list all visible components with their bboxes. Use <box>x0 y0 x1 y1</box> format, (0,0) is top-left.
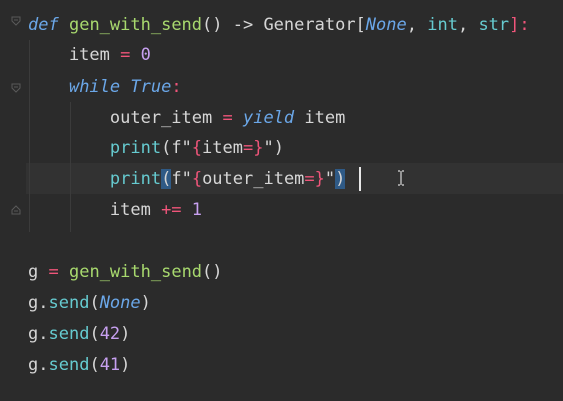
code-token: while <box>68 77 121 97</box>
code-token: { <box>191 138 203 158</box>
code-token: g. <box>28 355 49 375</box>
code-token: ( <box>89 355 100 375</box>
code-line[interactable]: while True: <box>28 72 563 103</box>
code-token: ) <box>140 293 151 313</box>
code-line[interactable]: g.send(42) <box>28 319 563 350</box>
code-token: outer_item <box>202 169 305 189</box>
code-token: ) <box>120 355 131 375</box>
code-token: { <box>191 169 203 189</box>
fold-end-icon[interactable] <box>11 205 21 215</box>
code-token: =} <box>243 138 264 158</box>
matched-bracket: ( <box>161 169 172 189</box>
code-line[interactable]: print(f"{item=}") <box>28 133 563 164</box>
code-token: = <box>222 108 233 128</box>
code-token: gen_with_send <box>68 15 203 35</box>
editor-gutter <box>0 0 26 401</box>
code-token: outer_item <box>28 108 223 128</box>
code-token: ]: <box>509 15 530 35</box>
text-caret <box>359 167 361 191</box>
code-token: f" <box>171 169 192 189</box>
code-token: += <box>161 200 182 220</box>
fold-open-icon[interactable] <box>11 83 21 93</box>
code-line[interactable]: item = 0 <box>28 40 563 71</box>
code-token: =} <box>304 169 325 189</box>
code-token: : <box>171 77 182 97</box>
code-token: g. <box>28 324 49 344</box>
code-area[interactable]: def gen_with_send() -> Generator[None, i… <box>28 0 563 401</box>
code-token: print <box>109 138 162 158</box>
code-token: def <box>28 15 59 35</box>
ibeam-cursor-icon <box>398 170 404 186</box>
code-token: , <box>457 15 479 35</box>
code-line[interactable]: def gen_with_send() -> Generator[None, i… <box>28 10 563 41</box>
code-token: 1 <box>191 200 203 220</box>
code-line[interactable]: g.send(None) <box>28 288 563 319</box>
code-token: yield <box>242 108 295 128</box>
code-token: item <box>28 200 162 220</box>
code-token: True <box>130 77 172 97</box>
code-line[interactable]: outer_item = yield item <box>28 103 563 134</box>
code-token: = <box>48 262 59 282</box>
code-line[interactable]: g.send(41) <box>28 350 563 381</box>
code-token: item <box>202 138 243 158</box>
code-token: None <box>365 15 407 35</box>
code-token: 42 <box>99 324 121 344</box>
code-token: , <box>406 15 428 35</box>
code-line[interactable]: print(f"{outer_item=}") <box>28 164 563 195</box>
code-token: send <box>48 324 90 344</box>
code-token: None <box>99 293 141 313</box>
matched-bracket: ) <box>335 169 346 189</box>
code-token: send <box>48 355 90 375</box>
code-token: = <box>120 45 131 65</box>
code-token: ") <box>263 138 284 158</box>
code-token: () <box>202 262 223 282</box>
code-token: g <box>28 262 49 282</box>
code-token: gen_with_send <box>68 262 203 282</box>
code-token: 41 <box>99 355 121 375</box>
code-editor[interactable]: def gen_with_send() -> Generator[None, i… <box>0 0 563 401</box>
code-token: item <box>294 108 346 128</box>
code-line[interactable]: item += 1 <box>28 195 563 226</box>
code-token: str <box>478 15 510 35</box>
code-token: int <box>427 15 458 35</box>
code-token: (f" <box>161 138 192 158</box>
code-token: " <box>324 169 336 189</box>
code-token: send <box>48 293 90 313</box>
code-token: item <box>28 45 121 65</box>
code-token: 0 <box>140 45 151 65</box>
code-token: g. <box>28 293 49 313</box>
code-line[interactable]: g = gen_with_send() <box>28 257 563 288</box>
code-token: ( <box>89 324 100 344</box>
code-token: () -> Generator[ <box>202 15 366 35</box>
code-line[interactable] <box>28 226 563 257</box>
code-token: print <box>109 169 162 189</box>
code-token: ) <box>120 324 131 344</box>
code-token: ( <box>89 293 100 313</box>
fold-open-icon[interactable] <box>11 16 21 26</box>
